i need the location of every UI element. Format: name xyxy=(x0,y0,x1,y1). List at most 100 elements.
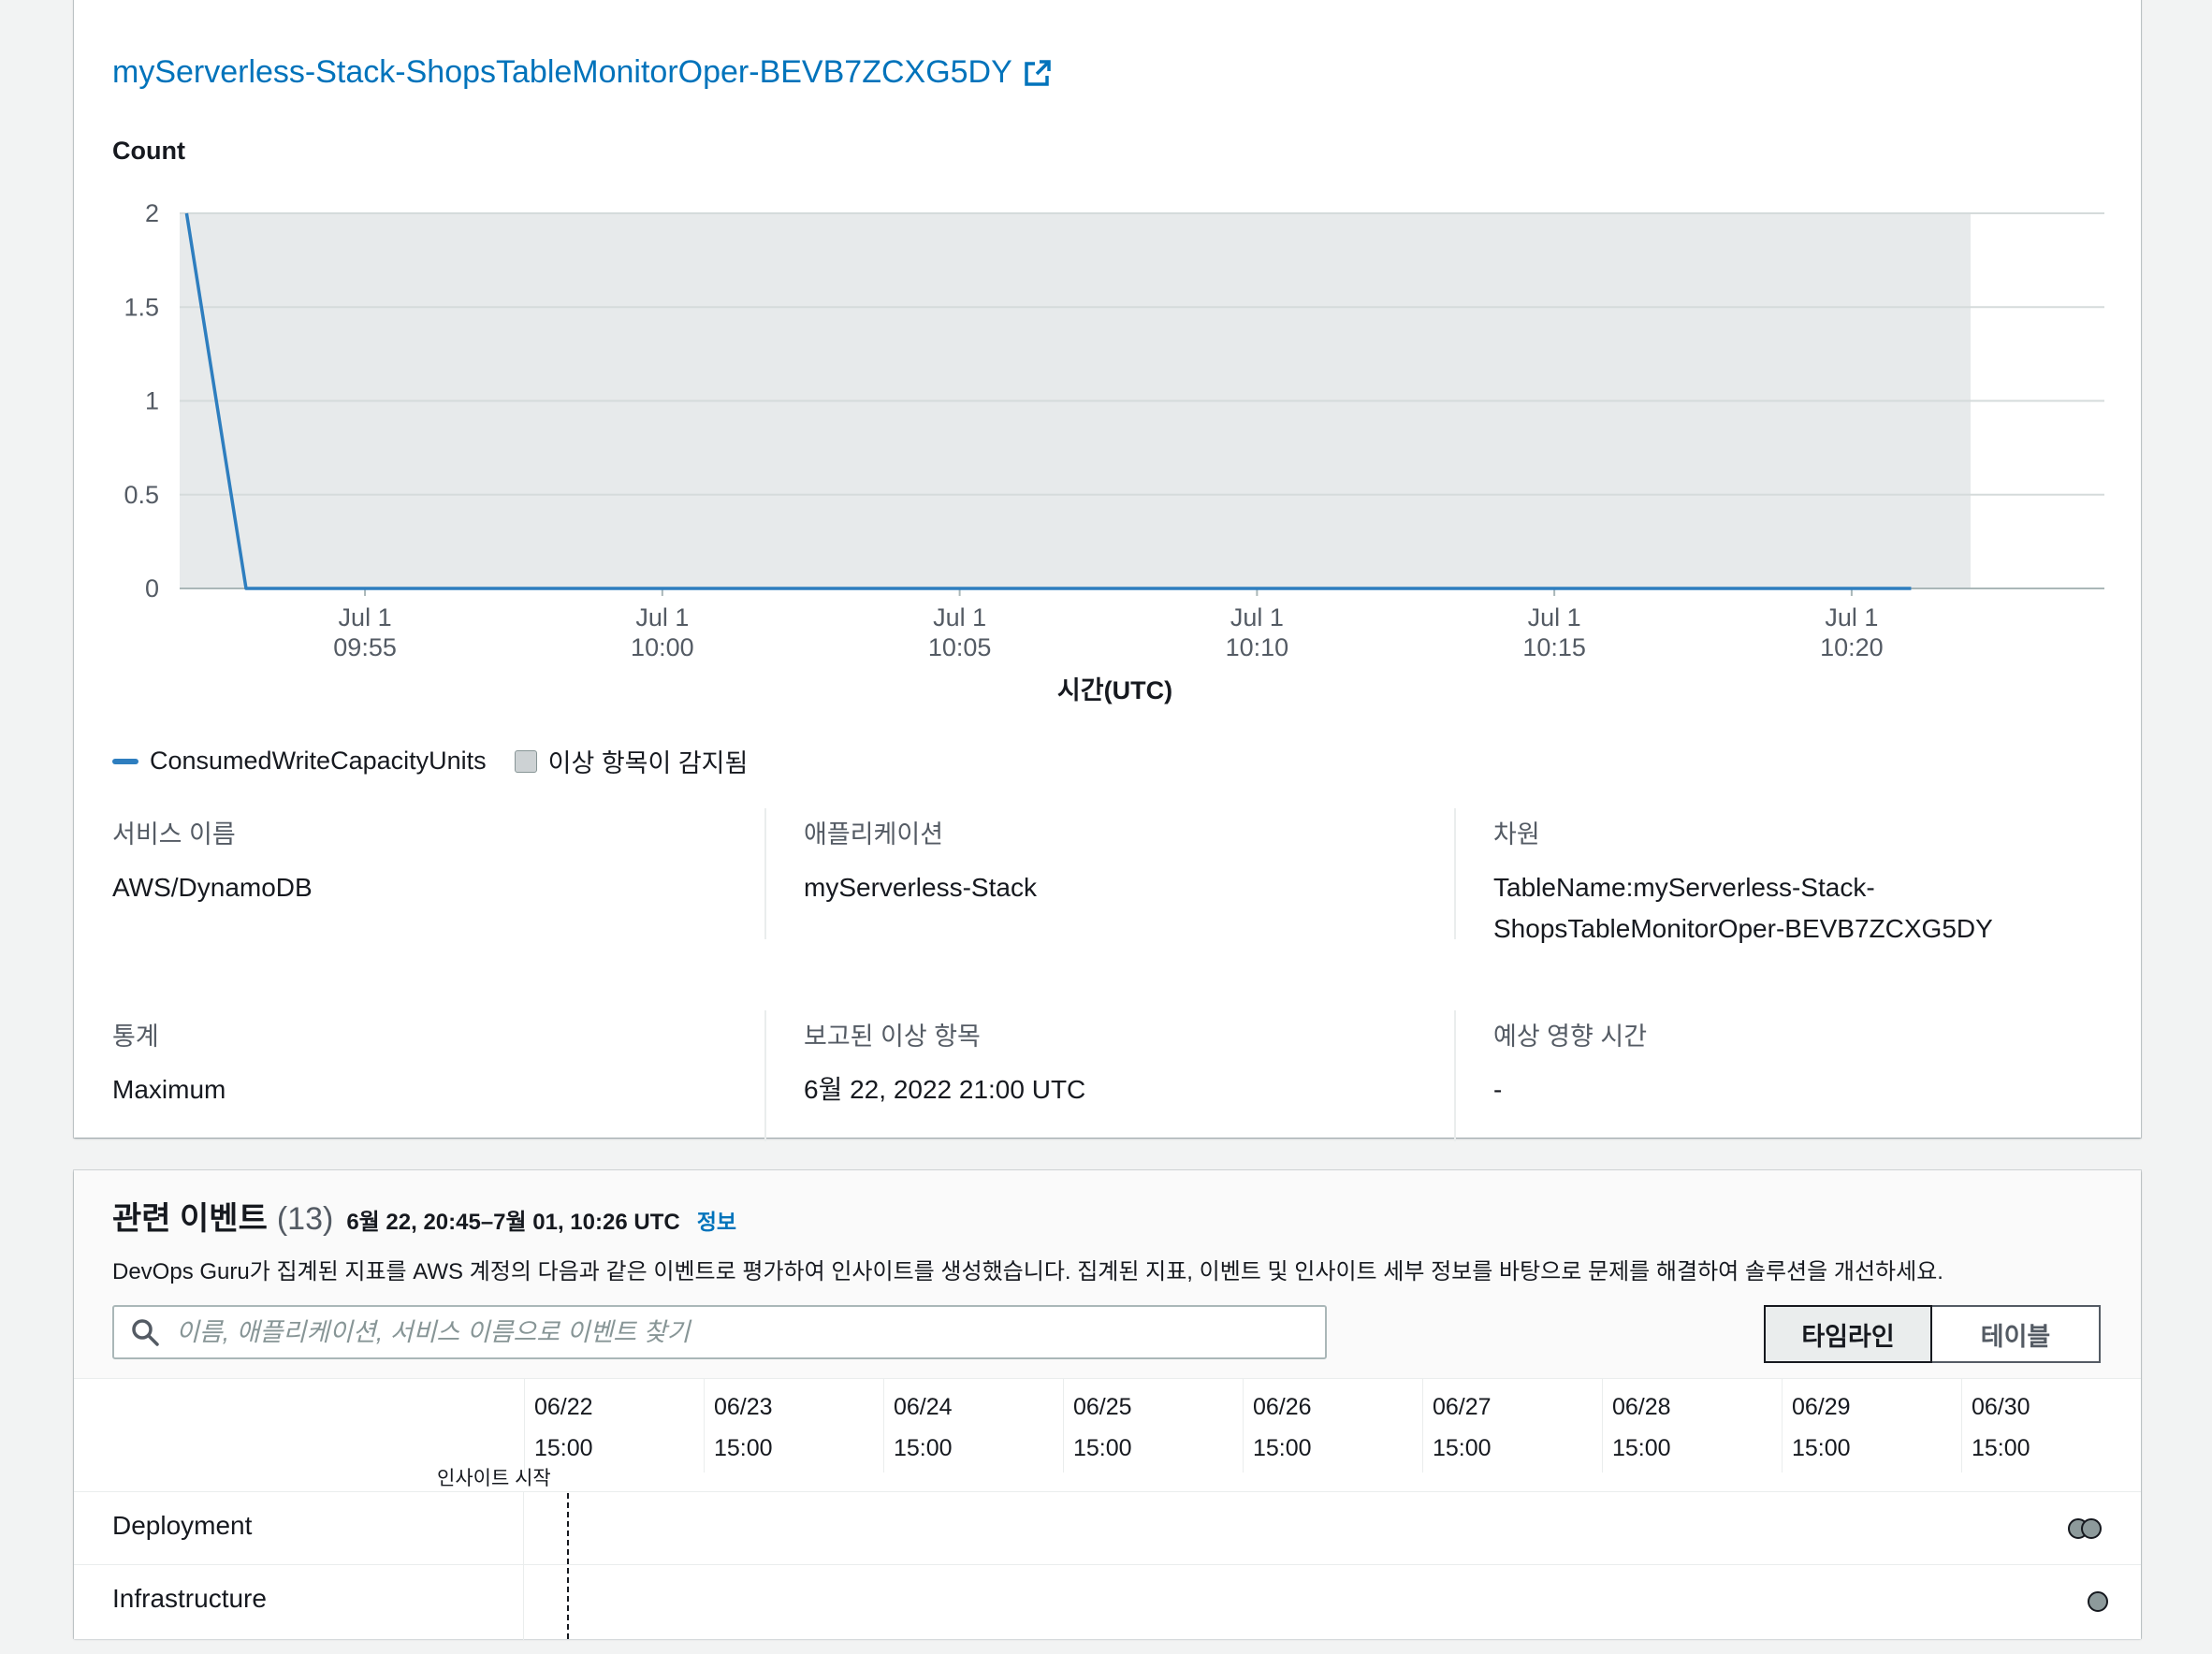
x-tick-time-label: 10:20 xyxy=(1820,633,1884,661)
detail-label: 예상 영향 시간 xyxy=(1493,1023,1648,1051)
y-tick-label: 1 xyxy=(145,387,159,415)
related-events-panel: 관련 이벤트 (13) 6월 22, 20:45–7월 01, 10:26 UT… xyxy=(74,1170,2141,1640)
events-title: 관련 이벤트 xyxy=(112,1201,268,1237)
x-tick-time-label: 10:15 xyxy=(1522,633,1586,661)
events-count: (13) xyxy=(276,1201,334,1237)
timeline-date-column: 06/29 15:00 xyxy=(1782,1379,1961,1473)
events-description: DevOps Guru가 집계된 지표를 AWS 계정의 다음과 같은 이벤트로… xyxy=(112,1259,1943,1284)
details-row-1: 서비스 이름 AWS/DynamoDB 애플리케이션 myServerless-… xyxy=(112,808,2115,1010)
timeline-row-label: Infrastructure xyxy=(112,1584,267,1613)
detail-label: 통계 xyxy=(112,1023,159,1051)
detail-reported-anomaly: 보고된 이상 항목 6월 22, 2022 21:00 UTC xyxy=(764,1010,1453,1141)
detail-value: myServerless-Stack xyxy=(804,873,1037,902)
legend-series-label: ConsumedWriteCapacityUnits xyxy=(150,747,487,775)
detail-label: 차원 xyxy=(1493,820,1540,849)
x-tick-time-label: 10:00 xyxy=(631,633,694,661)
timeline-row-divider xyxy=(523,1492,524,1565)
y-tick-label: 2 xyxy=(145,199,159,227)
x-tick-time-label: 10:05 xyxy=(928,633,992,661)
legend-item-series[interactable]: ConsumedWriteCapacityUnits xyxy=(112,747,487,776)
x-tick-date-label: Jul 1 xyxy=(1825,603,1878,631)
timeline-time-label: 15:00 xyxy=(1972,1435,2030,1461)
event-search-input[interactable] xyxy=(174,1316,1301,1348)
timeline-date-column: 06/30 15:00 xyxy=(1961,1379,2141,1473)
chart-x-axis-label: 시간(UTC) xyxy=(1056,676,1173,704)
timeline-row-infrastructure: Infrastructure xyxy=(74,1564,2141,1640)
timeline-date-column: 06/27 15:00 xyxy=(1422,1379,1602,1473)
dimension-value-line-2: ShopsTableMonitorOper-BEVB7ZCXG5DY xyxy=(1493,914,1993,943)
legend-series-line-icon xyxy=(112,758,138,764)
timeline-time-label: 15:00 xyxy=(534,1435,593,1461)
events-timeline: 06/22 15:00 06/23 15:00 06/24 15:00 06/25 15:00… xyxy=(74,1378,2141,1640)
event-search-field[interactable] xyxy=(112,1305,1327,1359)
chart-legend: ConsumedWriteCapacityUnits 이상 항목이 감지됨 xyxy=(112,743,748,779)
x-tick-time-label: 09:55 xyxy=(333,633,397,661)
detail-value: AWS/DynamoDB xyxy=(112,873,313,902)
timeline-date-column: 06/22 15:00 xyxy=(524,1379,704,1473)
y-tick-label: 1.5 xyxy=(124,293,159,321)
deployment-event-marker[interactable] xyxy=(2081,1518,2102,1539)
detail-dimension: 차원 TableName:myServerless-Stack- ShopsTa… xyxy=(1454,808,2147,943)
timeline-time-label: 15:00 xyxy=(1253,1435,1312,1461)
legend-item-anomaly[interactable]: 이상 항목이 감지됨 xyxy=(514,743,749,779)
detail-value: 6월 22, 2022 21:00 UTC xyxy=(804,1075,1086,1104)
x-tick-time-label: 10:10 xyxy=(1226,633,1289,661)
detail-label: 애플리케이션 xyxy=(804,820,944,849)
view-toggle: 타임라인 테이블 xyxy=(1764,1305,2101,1363)
search-icon xyxy=(132,1319,159,1346)
y-tick-label: 0 xyxy=(145,574,159,602)
timeline-date-label: 06/23 xyxy=(714,1394,773,1420)
timeline-date-label: 06/26 xyxy=(1253,1394,1312,1420)
timeline-time-label: 15:00 xyxy=(894,1435,953,1461)
infrastructure-event-marker[interactable] xyxy=(2088,1591,2108,1612)
x-tick-date-label: Jul 1 xyxy=(933,603,986,631)
timeline-date-label: 06/29 xyxy=(1792,1394,1851,1420)
detail-application: 애플리케이션 myServerless-Stack xyxy=(764,808,1453,939)
timeline-view-button[interactable]: 타임라인 xyxy=(1764,1305,1932,1363)
x-tick-date-label: Jul 1 xyxy=(1230,603,1284,631)
events-header: 관련 이벤트 (13) 6월 22, 20:45–7월 01, 10:26 UT… xyxy=(112,1193,736,1239)
detail-label: 보고된 이상 항목 xyxy=(804,1023,981,1051)
dimension-value-line-1: TableName:myServerless-Stack- xyxy=(1493,873,1875,902)
timeline-row-label: Deployment xyxy=(112,1511,253,1540)
timeline-date-label: 06/25 xyxy=(1073,1394,1132,1420)
detail-label: 서비스 이름 xyxy=(112,820,236,849)
metric-panel: myServerless-Stack - ShopsTableMonitorOper… xyxy=(74,0,2141,1141)
timeline-date-label: 06/27 xyxy=(1433,1394,1492,1420)
legend-anomaly-swatch-icon xyxy=(514,749,537,773)
timeline-date-axis: 06/22 15:00 06/23 15:00 06/24 15:00 06/25 15:00… xyxy=(524,1379,2141,1491)
metric-details: 서비스 이름 AWS/DynamoDB 애플리케이션 myServerless-… xyxy=(112,808,2115,1212)
events-range: 6월 22, 20:45–7월 01, 10:26 UTC xyxy=(346,1210,680,1235)
timeline-row-divider xyxy=(523,1565,524,1640)
detail-service-name: 서비스 이름 AWS/DynamoDB xyxy=(112,808,749,939)
timeline-date-column: 06/26 15:00 xyxy=(1243,1379,1422,1473)
table-view-button[interactable]: 테이블 xyxy=(1932,1305,2101,1363)
detail-expected-impact: 예상 영향 시간 - xyxy=(1454,1010,2147,1141)
timeline-date-column: 06/28 15:00 xyxy=(1602,1379,1782,1473)
x-tick-date-label: Jul 1 xyxy=(1528,603,1581,631)
timeline-time-label: 15:00 xyxy=(714,1435,773,1461)
y-tick-label: 0.5 xyxy=(124,481,159,509)
timeline-date-label: 06/30 xyxy=(1972,1394,2030,1420)
timeline-date-column: 06/23 15:00 xyxy=(704,1379,883,1473)
x-tick-date-label: Jul 1 xyxy=(339,603,392,631)
timeline-date-column: 06/25 15:00 xyxy=(1063,1379,1243,1473)
detail-value: Maximum xyxy=(112,1075,226,1104)
detail-value: TableName:myServerless-Stack- ShopsTable… xyxy=(1493,867,2147,950)
detail-statistic: 통계 Maximum xyxy=(112,1010,749,1141)
timeline-time-label: 15:00 xyxy=(1073,1435,1132,1461)
timeline-date-label: 06/28 xyxy=(1612,1394,1671,1420)
timeline-date-label: 06/22 xyxy=(534,1394,593,1420)
timeline-time-label: 15:00 xyxy=(1433,1435,1492,1461)
timeline-row-deployment: Deployment xyxy=(74,1491,2141,1565)
metric-chart: 00.511.52Jul 109:55Jul 110:00Jul 110:05J… xyxy=(124,199,2104,661)
timeline-time-label: 15:00 xyxy=(1792,1435,1851,1461)
detail-value: - xyxy=(1493,1075,1503,1104)
timeline-time-label: 15:00 xyxy=(1612,1435,1671,1461)
x-tick-date-label: Jul 1 xyxy=(635,603,689,631)
insight-start-label: 인사이트 시작 xyxy=(437,1468,551,1489)
legend-anomaly-label: 이상 항목이 감지됨 xyxy=(547,749,749,777)
timeline-date-label: 06/24 xyxy=(894,1394,953,1420)
timeline-date-column: 06/24 15:00 xyxy=(883,1379,1063,1473)
info-link[interactable]: 정보 xyxy=(697,1204,736,1236)
